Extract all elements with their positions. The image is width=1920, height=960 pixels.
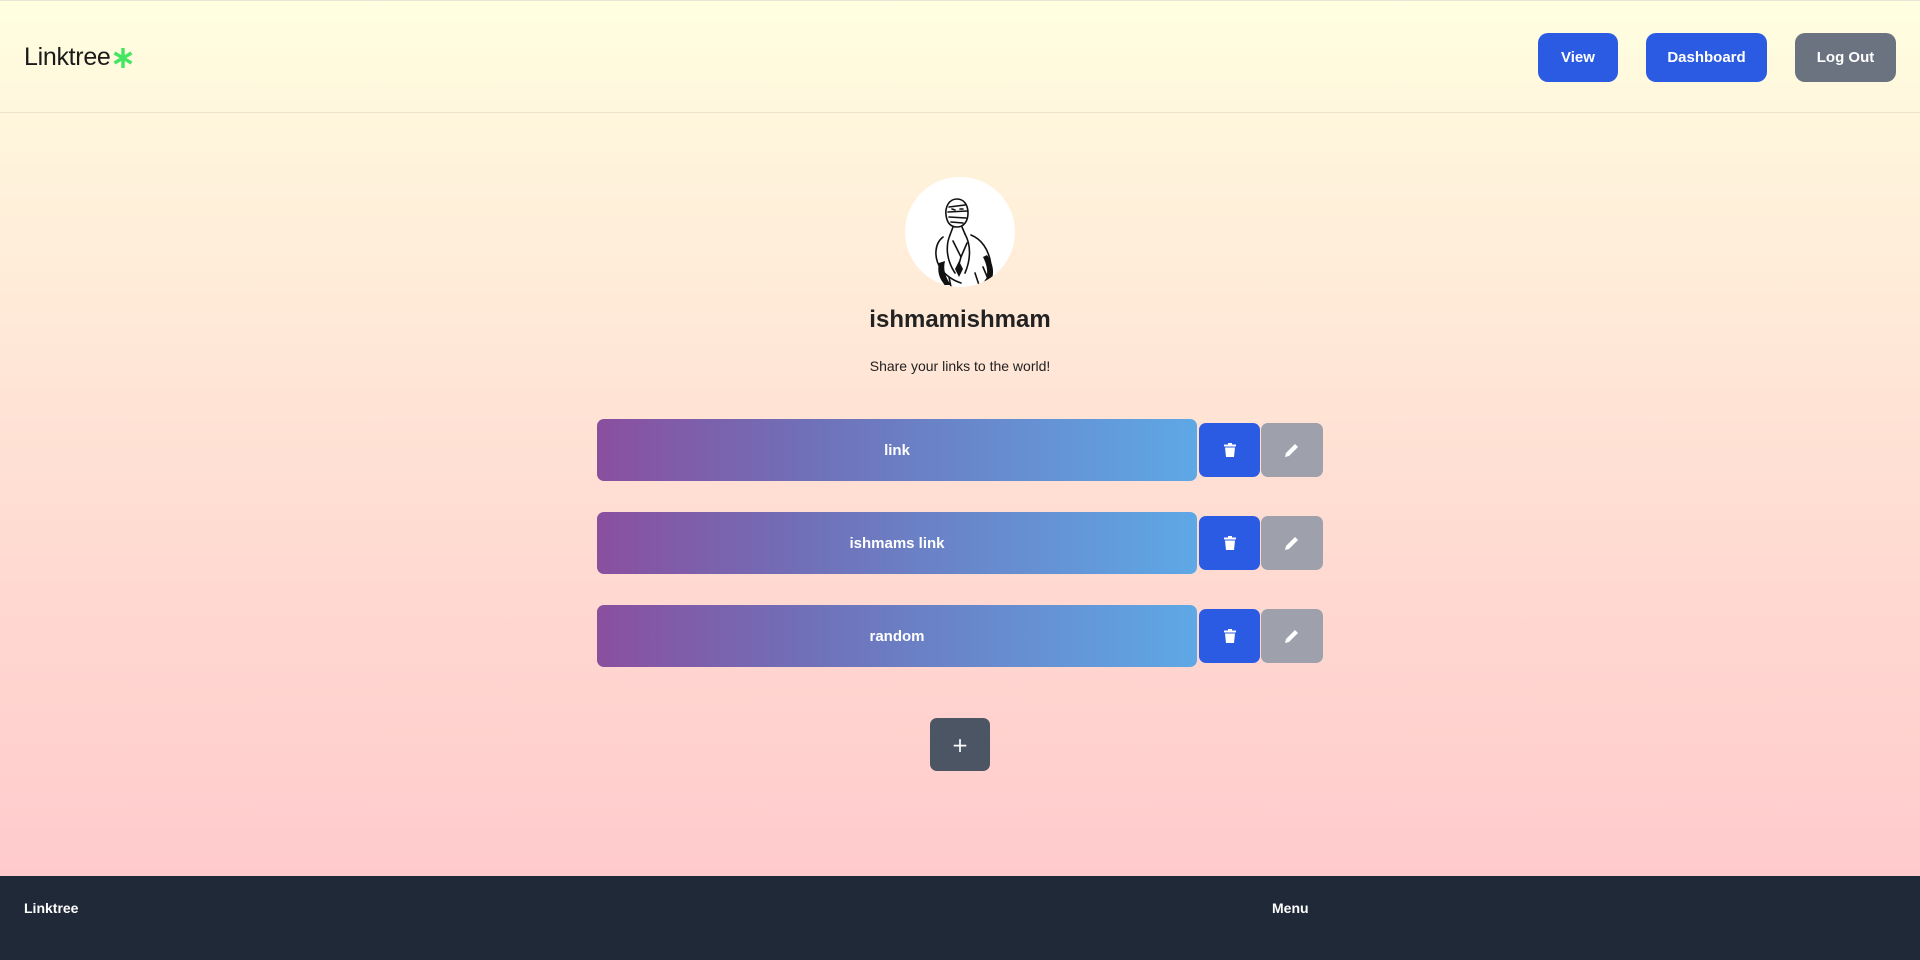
link-row: random <box>597 605 1323 667</box>
link-button[interactable]: random <box>597 605 1197 667</box>
navbar: Linktree View Dashboard Log Out <box>0 1 1920 113</box>
footer: Linktree Menu <box>0 876 1920 960</box>
avatar <box>905 177 1015 287</box>
link-row: ishmams link <box>597 512 1323 574</box>
link-button[interactable]: link <box>597 419 1197 481</box>
delete-link-button[interactable] <box>1199 609 1260 663</box>
link-row: link <box>597 419 1323 481</box>
logout-button[interactable]: Log Out <box>1795 33 1896 82</box>
logo-text: Linktree <box>24 43 111 71</box>
asterisk-logo-icon <box>113 47 132 68</box>
trash-icon <box>1223 536 1236 550</box>
profile-bio: Share your links to the world! <box>869 358 1051 374</box>
footer-brand[interactable]: Linktree <box>24 900 78 916</box>
footer-menu-heading: Menu <box>1272 900 1309 916</box>
profile-username: ishmamishmam <box>869 306 1051 333</box>
edit-link-button[interactable] <box>1261 609 1323 663</box>
delete-link-button[interactable] <box>1199 423 1260 477</box>
link-button[interactable]: ishmams link <box>597 512 1197 574</box>
dashboard-button[interactable]: Dashboard <box>1646 33 1767 82</box>
view-button[interactable]: View <box>1538 33 1618 82</box>
pencil-icon <box>1285 444 1298 457</box>
pencil-icon <box>1285 537 1298 550</box>
logo[interactable]: Linktree <box>24 43 133 72</box>
delete-link-button[interactable] <box>1199 516 1260 570</box>
pencil-icon <box>1285 630 1298 643</box>
edit-link-button[interactable] <box>1261 516 1323 570</box>
edit-link-button[interactable] <box>1261 423 1323 477</box>
trash-icon <box>1223 443 1236 457</box>
trash-icon <box>1223 629 1236 643</box>
avatar-sketch-image <box>935 198 994 287</box>
add-link-button[interactable]: + <box>930 718 990 771</box>
